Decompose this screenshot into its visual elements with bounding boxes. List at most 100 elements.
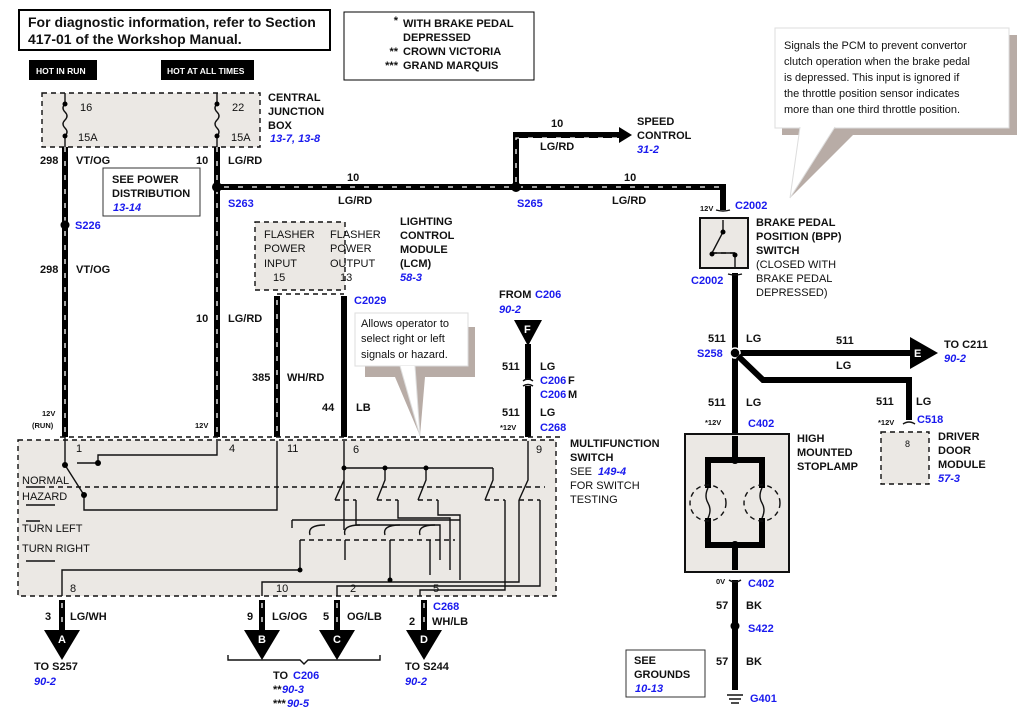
connector-link[interactable]: C206 xyxy=(293,670,319,682)
component-label: CONTROL xyxy=(400,230,455,242)
wire-color: LG/RD xyxy=(612,195,646,207)
connector-link[interactable]: C402 xyxy=(748,418,774,430)
pin-number: 11 xyxy=(287,443,298,455)
page-ref-link[interactable]: 149-4 xyxy=(598,466,626,478)
note-line: For diagnostic information, refer to Sec… xyxy=(28,14,316,30)
pin-number: 6 xyxy=(353,444,359,456)
source-label: FROM xyxy=(499,289,531,301)
connector-link[interactable]: C2002 xyxy=(735,200,767,212)
component-note: FOR SWITCH xyxy=(570,480,640,492)
connector-link[interactable]: C268 xyxy=(433,601,459,613)
circuit-number: 2 xyxy=(409,616,415,628)
splice-link[interactable]: S265 xyxy=(517,198,543,210)
pin-number: 8 xyxy=(70,583,76,595)
circuit-number: 511 xyxy=(708,397,726,409)
brace xyxy=(227,655,381,665)
diagram-canvas: For diagnostic information, refer to Sec… xyxy=(17,9,1017,710)
wire-color: BK xyxy=(746,656,762,668)
callout-line: more than one third throttle position. xyxy=(784,104,960,116)
pin-number: 2 xyxy=(350,583,356,595)
arrow-icon xyxy=(619,127,632,143)
connector-link[interactable]: C206 xyxy=(535,289,561,301)
voltage-label: 12V xyxy=(42,409,55,418)
connector-letter: D xyxy=(420,634,428,646)
splice-link[interactable]: S263 xyxy=(228,198,254,210)
circuit-number: 10 xyxy=(196,313,208,325)
page-ref-link[interactable]: 13-7, 13-8 xyxy=(270,133,321,145)
page-ref-link[interactable]: 90-2 xyxy=(405,676,427,688)
pin-label: OUTPUT xyxy=(330,258,376,270)
page-ref-link[interactable]: 90-5 xyxy=(287,698,310,710)
pin-label: FLASHER xyxy=(330,229,381,241)
connector-link[interactable]: C2029 xyxy=(354,295,386,307)
fuse-number: 16 xyxy=(80,102,92,114)
connector-link[interactable]: C402 xyxy=(748,578,774,590)
pin-label: INPUT xyxy=(264,258,297,270)
connector-letter: A xyxy=(58,634,66,646)
voltage-label: 12V xyxy=(195,421,208,430)
switch-position-label: TURN LEFT xyxy=(22,523,83,535)
circuit-number: 57 xyxy=(716,600,728,612)
splice-link[interactable]: S258 xyxy=(697,348,723,360)
callout-line: Signals the PCM to prevent convertor xyxy=(784,40,967,52)
fuse-number: 22 xyxy=(232,102,244,114)
connector-letter: E xyxy=(914,348,921,360)
component-label: SWITCH xyxy=(570,452,613,464)
ground-link[interactable]: G401 xyxy=(750,693,777,705)
circuit-number: 57 xyxy=(716,656,728,668)
page-ref-link[interactable]: 90-2 xyxy=(34,676,56,688)
connector-letter: B xyxy=(258,634,266,646)
page-ref-link[interactable]: 13-14 xyxy=(113,202,141,214)
component-label: DOOR xyxy=(938,445,971,457)
connector-link[interactable]: C518 xyxy=(917,414,943,426)
wire-color: BK xyxy=(746,600,762,612)
callout-line: the throttle position sensor indicates xyxy=(784,88,960,100)
connector-gender: M xyxy=(568,389,577,401)
component-label: CONTROL xyxy=(637,130,692,142)
circuit-number: 3 xyxy=(45,611,51,623)
pin-number: 4 xyxy=(229,443,235,455)
page-ref-link[interactable]: 10-13 xyxy=(635,683,663,695)
diagnostic-note: For diagnostic information, refer to Sec… xyxy=(18,9,331,51)
circuit-number: 511 xyxy=(836,335,854,347)
note-line: SEE POWER xyxy=(112,174,179,186)
legend-text: DEPRESSED xyxy=(403,32,471,44)
splice-link[interactable]: S226 xyxy=(75,220,101,232)
connector-link[interactable]: C2002 xyxy=(691,275,723,287)
wire-color: LG xyxy=(916,396,931,408)
component-label: (LCM) xyxy=(400,258,431,270)
circuit-number: 10 xyxy=(551,118,563,130)
connector-link[interactable]: C268 xyxy=(540,422,566,434)
connector-link[interactable]: C206 xyxy=(540,389,566,401)
page-ref-link[interactable]: 90-2 xyxy=(499,304,521,316)
connector-link[interactable]: C206 xyxy=(540,375,566,387)
central-junction-box: 16 15A 22 15A xyxy=(41,92,261,148)
pin-label: FLASHER xyxy=(264,229,315,241)
pin-number: 13 xyxy=(340,272,352,284)
callout-line: select right or left xyxy=(361,333,445,345)
circuit-number: 5 xyxy=(323,611,329,623)
wire-color: LG/RD xyxy=(338,195,372,207)
destination-label: TO S257 xyxy=(34,661,78,673)
destination-label: TO xyxy=(273,670,289,682)
page-ref-link[interactable]: 90-3 xyxy=(282,684,304,696)
hot-at-all-times-label: HOT AT ALL TIMES xyxy=(167,66,245,76)
callout-line: clutch operation when the brake pedal xyxy=(784,56,970,68)
switch-position-label: TURN RIGHT xyxy=(22,543,90,555)
page-ref-link[interactable]: 57-3 xyxy=(938,473,960,485)
page-ref-link[interactable]: 58-3 xyxy=(400,272,422,284)
wire-color: LG xyxy=(540,407,555,419)
splice-link[interactable]: S422 xyxy=(748,623,774,635)
pin-number: 10 xyxy=(276,583,288,595)
connector-letter: F xyxy=(524,324,531,336)
component-note: DEPRESSED) xyxy=(756,287,828,299)
ground-icon xyxy=(727,694,743,704)
voltage-label: (RUN) xyxy=(32,421,54,430)
splice-s422 xyxy=(730,621,740,631)
page-ref-link[interactable]: 31-2 xyxy=(637,144,659,156)
page-ref-link[interactable]: 90-2 xyxy=(944,353,966,365)
voltage-label: 0V xyxy=(716,577,725,586)
note-line: DISTRIBUTION xyxy=(112,188,190,200)
destination-label: TO C211 xyxy=(944,339,988,351)
legend-mark: * xyxy=(394,15,399,27)
